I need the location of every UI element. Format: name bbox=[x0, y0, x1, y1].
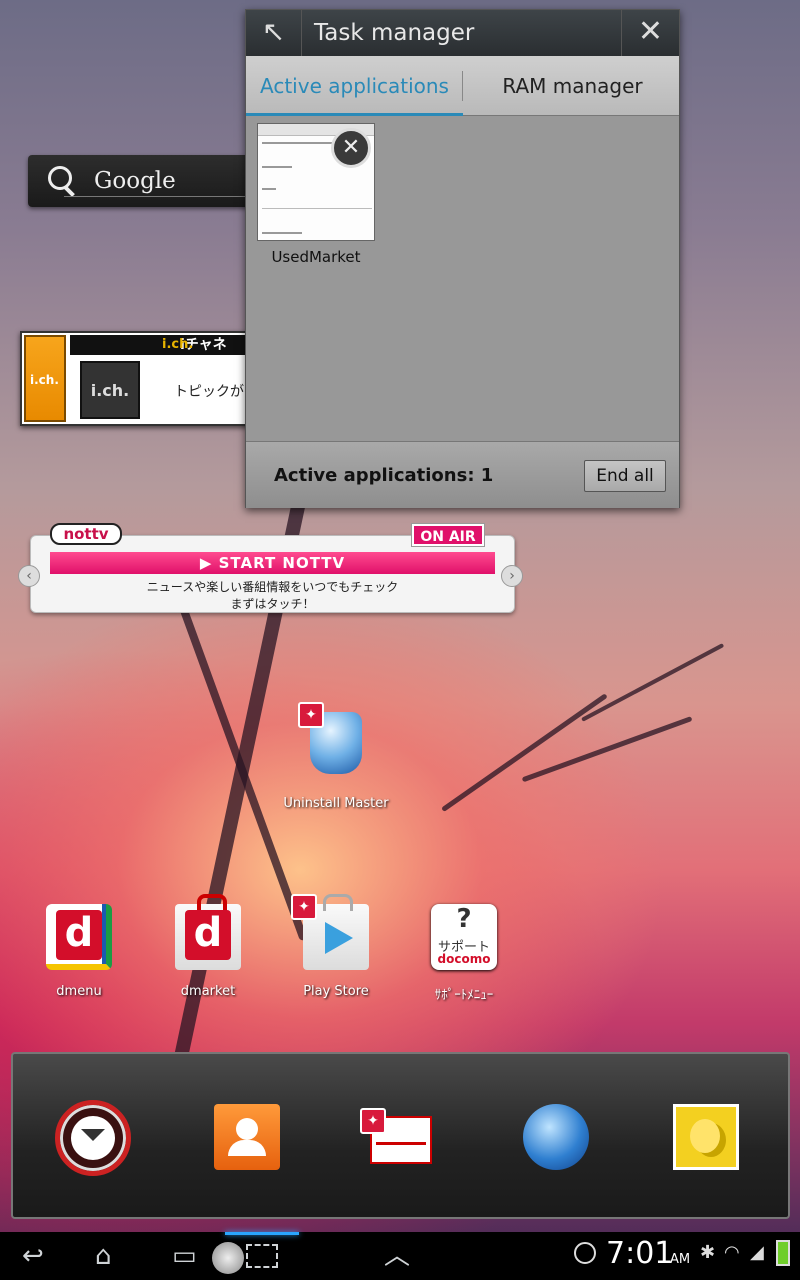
ichannel-widget[interactable]: i.ch. i.ch. iチャネ i.ch. トピックが bbox=[20, 331, 260, 426]
wallpaper-stem bbox=[441, 693, 608, 813]
app-play-store[interactable]: ✦ Play Store bbox=[281, 894, 391, 999]
ichannel-tab[interactable]: i.ch. bbox=[24, 335, 66, 422]
dmenu-glyph: d bbox=[56, 910, 102, 960]
system-bar: ↩ ⌂ ▭ ︿ 7:01 AM ✱ ◠ ◢ bbox=[0, 1232, 800, 1280]
clock-time: 7:01 bbox=[606, 1236, 674, 1271]
active-apps-list: ✕ UsedMarket bbox=[246, 116, 679, 441]
bluetooth-icon: ✱ bbox=[700, 1242, 716, 1263]
play-triangle bbox=[325, 922, 353, 954]
dialog-title: Task manager bbox=[314, 20, 475, 46]
wifi-icon: ◠ bbox=[724, 1242, 740, 1263]
ichannel-logo: i.ch. bbox=[80, 361, 140, 419]
app-label: Uninstall Master bbox=[283, 796, 389, 811]
app-label: ｻﾎﾟｰﾄﾒﾆｭｰ bbox=[434, 988, 494, 1003]
ichannel-header: i.ch. iチャネ bbox=[70, 335, 258, 355]
search-icon bbox=[48, 166, 78, 196]
tab-active-applications[interactable]: Active applications bbox=[246, 56, 463, 116]
home-icon[interactable]: ⌂ bbox=[95, 1240, 112, 1272]
back-arrow-icon[interactable]: ↖ bbox=[246, 10, 302, 56]
play-store-icon: ✦ bbox=[291, 894, 369, 970]
ichannel-tab-text: i.ch. bbox=[30, 373, 59, 387]
app-label: Play Store bbox=[303, 984, 369, 999]
chevron-left-icon[interactable]: ‹ bbox=[18, 565, 40, 587]
clock-ampm: AM bbox=[670, 1252, 691, 1267]
active-app-count: Active applications: 1 bbox=[274, 465, 494, 486]
new-badge-icon: ✦ bbox=[298, 702, 324, 728]
wallpaper-stem bbox=[581, 643, 725, 722]
task-manager-titlebar: ↖ Task manager ✕ bbox=[246, 10, 679, 56]
dmenu-icon: d bbox=[46, 904, 112, 970]
start-nottv-button[interactable]: ▶ START NOTTV bbox=[50, 552, 495, 574]
thumbnail-line bbox=[262, 142, 332, 144]
trash-bin-icon: ✦ bbox=[298, 702, 362, 774]
thumbnail-line bbox=[262, 232, 302, 234]
new-badge-icon: ✦ bbox=[291, 894, 317, 920]
dmarket-glyph: d bbox=[185, 910, 231, 960]
recent-apps-icon[interactable]: ▭ bbox=[172, 1240, 197, 1272]
nottv-info-text: ニュースや楽しい番組情報をいつでもチェック bbox=[146, 580, 399, 594]
end-all-button[interactable]: End all bbox=[584, 460, 666, 492]
google-search-label: Google bbox=[94, 168, 176, 194]
capture-orb-icon[interactable] bbox=[212, 1242, 244, 1274]
app-dmenu[interactable]: d dmenu bbox=[24, 904, 134, 999]
app-label: dmarket bbox=[180, 984, 236, 999]
chevron-right-icon[interactable]: › bbox=[501, 565, 523, 587]
thumbnail-line bbox=[262, 166, 292, 168]
focus-glow bbox=[225, 1232, 299, 1235]
gallery-icon[interactable] bbox=[673, 1104, 739, 1170]
nottv-touch-text: まずはタッチ！ bbox=[230, 597, 315, 611]
app-support-menu[interactable]: ? サポート docomo ｻﾎﾟｰﾄﾒﾆｭｰ bbox=[409, 904, 519, 1003]
google-search-widget[interactable]: Google bbox=[28, 155, 258, 207]
ichannel-topic-text[interactable]: トピックが bbox=[174, 381, 244, 401]
tab-ram-manager[interactable]: RAM manager bbox=[464, 56, 681, 116]
accessibility-icon bbox=[574, 1242, 596, 1264]
docomo-text: docomo bbox=[437, 952, 491, 966]
app-label: dmenu bbox=[56, 984, 102, 999]
battery-icon bbox=[776, 1240, 790, 1266]
app-uninstall-master[interactable]: ✦ Uninstall Master bbox=[281, 702, 391, 811]
task-manager-tabs: Active applications RAM manager bbox=[246, 56, 679, 116]
app-dmarket[interactable]: d dmarket bbox=[153, 894, 263, 999]
dmarket-icon: d bbox=[175, 894, 241, 970]
signal-icon: ◢ bbox=[750, 1242, 764, 1263]
new-badge-icon: ✦ bbox=[360, 1108, 386, 1134]
contacts-icon[interactable] bbox=[214, 1104, 280, 1170]
task-manager-dialog: ↖ Task manager ✕ Active applications RAM… bbox=[245, 9, 680, 508]
screen-capture-icon[interactable] bbox=[246, 1244, 278, 1268]
nottv-widget[interactable]: nottv ON AIR ▶ START NOTTV ニュースや楽しい番組情報を… bbox=[18, 520, 525, 616]
app-drawer-icon[interactable] bbox=[55, 1100, 131, 1176]
task-manager-footer: Active applications: 1 End all bbox=[246, 441, 679, 508]
search-underline bbox=[64, 196, 258, 197]
tab-divider bbox=[462, 71, 463, 101]
back-icon[interactable]: ↩ bbox=[22, 1240, 44, 1272]
dock: ✦ bbox=[11, 1052, 790, 1219]
mail-icon[interactable]: ✦ bbox=[360, 1108, 432, 1164]
chevron-up-icon[interactable]: ︿ bbox=[384, 1240, 410, 1272]
question-mark: ? bbox=[456, 904, 472, 934]
wallpaper-stem bbox=[521, 716, 693, 783]
end-app-close-icon[interactable]: ✕ bbox=[331, 128, 371, 168]
nottv-logo: nottv bbox=[50, 523, 122, 545]
support-icon: ? サポート docomo bbox=[431, 904, 497, 970]
thumbnail-line bbox=[262, 208, 372, 209]
close-icon[interactable]: ✕ bbox=[621, 10, 679, 56]
on-air-badge: ON AIR bbox=[412, 524, 484, 546]
ichannel-brand: i.ch. bbox=[162, 337, 194, 352]
globe-icon[interactable] bbox=[523, 1104, 589, 1170]
app-name: UsedMarket bbox=[271, 248, 361, 266]
thumbnail-line bbox=[262, 188, 276, 190]
